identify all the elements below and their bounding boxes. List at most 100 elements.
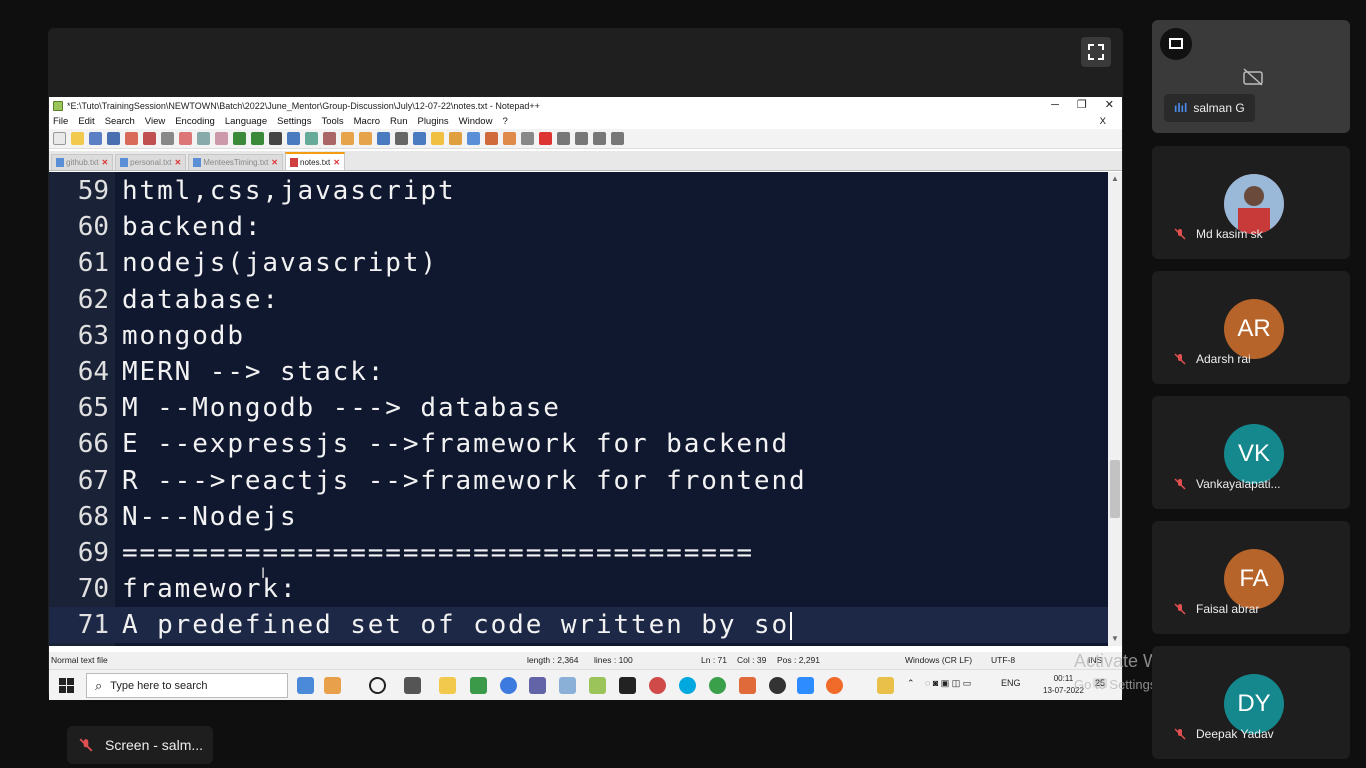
save-macro-icon[interactable] — [611, 132, 624, 145]
menu-file[interactable]: File — [53, 116, 68, 127]
close-file-icon[interactable] — [125, 132, 138, 145]
function-list-icon[interactable] — [449, 132, 462, 145]
close-tab-icon[interactable]: ✕ — [175, 158, 182, 167]
chrome-icon[interactable] — [500, 677, 517, 694]
tab-github[interactable]: github.txt ✕ — [51, 154, 114, 170]
editor-line[interactable]: 69 ==================================== — [49, 535, 1108, 571]
mongodb-compass-icon[interactable] — [470, 677, 487, 694]
editor-line[interactable]: 59 html,css,javascript — [49, 173, 1108, 209]
zoom-out-icon[interactable] — [323, 132, 336, 145]
editor-line[interactable]: 60 backend: — [49, 209, 1108, 245]
menu-settings[interactable]: Settings — [277, 116, 311, 127]
editor-line[interactable]: 62 database: — [49, 282, 1108, 318]
zoom-in-icon[interactable] — [305, 132, 318, 145]
participant-tile-kasim[interactable]: Md kasim sk — [1152, 146, 1350, 259]
maximize-button[interactable]: ❐ — [1077, 97, 1087, 113]
cortana-icon[interactable] — [369, 677, 386, 694]
project-icon[interactable] — [503, 132, 516, 145]
menu-search[interactable]: Search — [105, 116, 135, 127]
close-button[interactable]: ✕ — [1105, 97, 1114, 113]
teams-icon[interactable] — [529, 677, 546, 694]
editor-line[interactable]: 67 R --->reactjs -->framework for fronten… — [49, 463, 1108, 499]
cut-icon[interactable] — [179, 132, 192, 145]
record-macro-icon[interactable] — [539, 132, 552, 145]
find-icon[interactable] — [269, 132, 282, 145]
close-tab-icon[interactable]: ✕ — [271, 158, 278, 167]
editor-line[interactable]: 71 A predefined set of code written by so — [49, 607, 1108, 644]
close-all-icon[interactable] — [143, 132, 156, 145]
open-file-icon[interactable] — [71, 132, 84, 145]
fullscreen-button[interactable] — [1081, 37, 1111, 67]
scrollbar-thumb[interactable] — [1110, 460, 1120, 518]
git-icon[interactable] — [559, 677, 576, 694]
monitoring-icon[interactable] — [521, 132, 534, 145]
close-document-button[interactable]: X — [1100, 114, 1106, 129]
save-icon[interactable] — [89, 132, 102, 145]
doc-map-icon[interactable] — [431, 132, 444, 145]
vertical-scrollbar[interactable]: ▲ ▼ — [1108, 172, 1122, 646]
language-indicator[interactable]: ENG — [1001, 678, 1021, 688]
participant-tile-faisal[interactable]: FA Faisal abrar — [1152, 521, 1350, 634]
participant-tile-adarsh[interactable]: AR Adarsh rai — [1152, 271, 1350, 384]
menu-window[interactable]: Window — [459, 116, 493, 127]
text-editor[interactable]: 59 html,css,javascript 60 backend: 61 nodejs(… — [49, 172, 1108, 646]
skype-icon[interactable] — [679, 677, 696, 694]
menu-encoding[interactable]: Encoding — [175, 116, 215, 127]
editor-line[interactable]: 64 MERN --> stack: — [49, 354, 1108, 390]
show-all-chars-icon[interactable] — [395, 132, 408, 145]
doc-list-icon[interactable] — [467, 132, 480, 145]
participant-tile-salman[interactable]: ılıl salman G — [1152, 20, 1350, 133]
settings-gear-icon[interactable] — [769, 677, 786, 694]
postman-icon[interactable] — [826, 677, 843, 694]
task-view-icon[interactable] — [404, 677, 421, 694]
screen-share-participant[interactable]: Screen - salm... — [67, 726, 213, 764]
stop-macro-icon[interactable] — [557, 132, 570, 145]
run-macro-multiple-icon[interactable] — [593, 132, 606, 145]
weather-icon[interactable] — [877, 677, 894, 694]
participant-tile-deepak[interactable]: DY Deepak Yadav — [1152, 646, 1350, 759]
app-icon[interactable] — [709, 677, 726, 694]
new-file-icon[interactable] — [53, 132, 66, 145]
editor-line[interactable]: 61 nodejs(javascript) — [49, 245, 1108, 281]
editor-line[interactable]: 63 mongodb — [49, 318, 1108, 354]
minimize-button[interactable]: ─ — [1051, 97, 1059, 113]
editor-line[interactable]: 70 framework: — [49, 571, 1108, 607]
menu-tools[interactable]: Tools — [321, 116, 343, 127]
snipping-icon[interactable] — [649, 677, 666, 694]
copy-icon[interactable] — [197, 132, 210, 145]
show-hidden-icons-icon[interactable]: ⌃ — [907, 678, 915, 689]
play-macro-icon[interactable] — [575, 132, 588, 145]
tab-personal[interactable]: personal.txt ✕ — [115, 154, 187, 170]
save-all-icon[interactable] — [107, 132, 120, 145]
tab-notes[interactable]: notes.txt ✕ — [285, 152, 345, 170]
menu-edit[interactable]: Edit — [78, 116, 94, 127]
indent-guide-icon[interactable] — [413, 132, 426, 145]
close-tab-icon[interactable]: ✕ — [333, 158, 340, 167]
sync-horizontal-icon[interactable] — [359, 132, 372, 145]
undo-icon[interactable] — [233, 132, 246, 145]
participant-tile-vankayalapati[interactable]: VK Vankayalapati... — [1152, 396, 1350, 509]
tray-icons[interactable]: ◌ ◙ ▣ ◫ ▭ — [925, 678, 971, 689]
menu-run[interactable]: Run — [390, 116, 407, 127]
notepadpp-taskbar-icon[interactable] — [589, 677, 606, 694]
news-icon[interactable] — [324, 677, 341, 694]
redo-icon[interactable] — [251, 132, 264, 145]
sync-vertical-icon[interactable] — [341, 132, 354, 145]
office-icon[interactable] — [739, 677, 756, 694]
close-tab-icon[interactable]: ✕ — [101, 158, 108, 167]
tab-mentees-timing[interactable]: MenteesTiming.txt ✕ — [188, 154, 283, 170]
terminal-icon[interactable] — [619, 677, 636, 694]
windows-start-icon[interactable] — [59, 678, 74, 693]
menu-view[interactable]: View — [145, 116, 165, 127]
editor-line[interactable]: 68 N---Nodejs — [49, 499, 1108, 535]
editor-line[interactable]: 66 E --expressjs -->framework for backend — [49, 426, 1108, 462]
menu-macro[interactable]: Macro — [354, 116, 380, 127]
word-wrap-icon[interactable] — [377, 132, 390, 145]
folder-workspace-icon[interactable] — [485, 132, 498, 145]
scroll-up-icon[interactable]: ▲ — [1108, 172, 1122, 186]
paste-icon[interactable] — [215, 132, 228, 145]
editor-line[interactable]: 65 M --Mongodb ---> database — [49, 390, 1108, 426]
search-highlights-icon[interactable] — [297, 677, 314, 694]
menu-plugins[interactable]: Plugins — [417, 116, 448, 127]
print-icon[interactable] — [161, 132, 174, 145]
